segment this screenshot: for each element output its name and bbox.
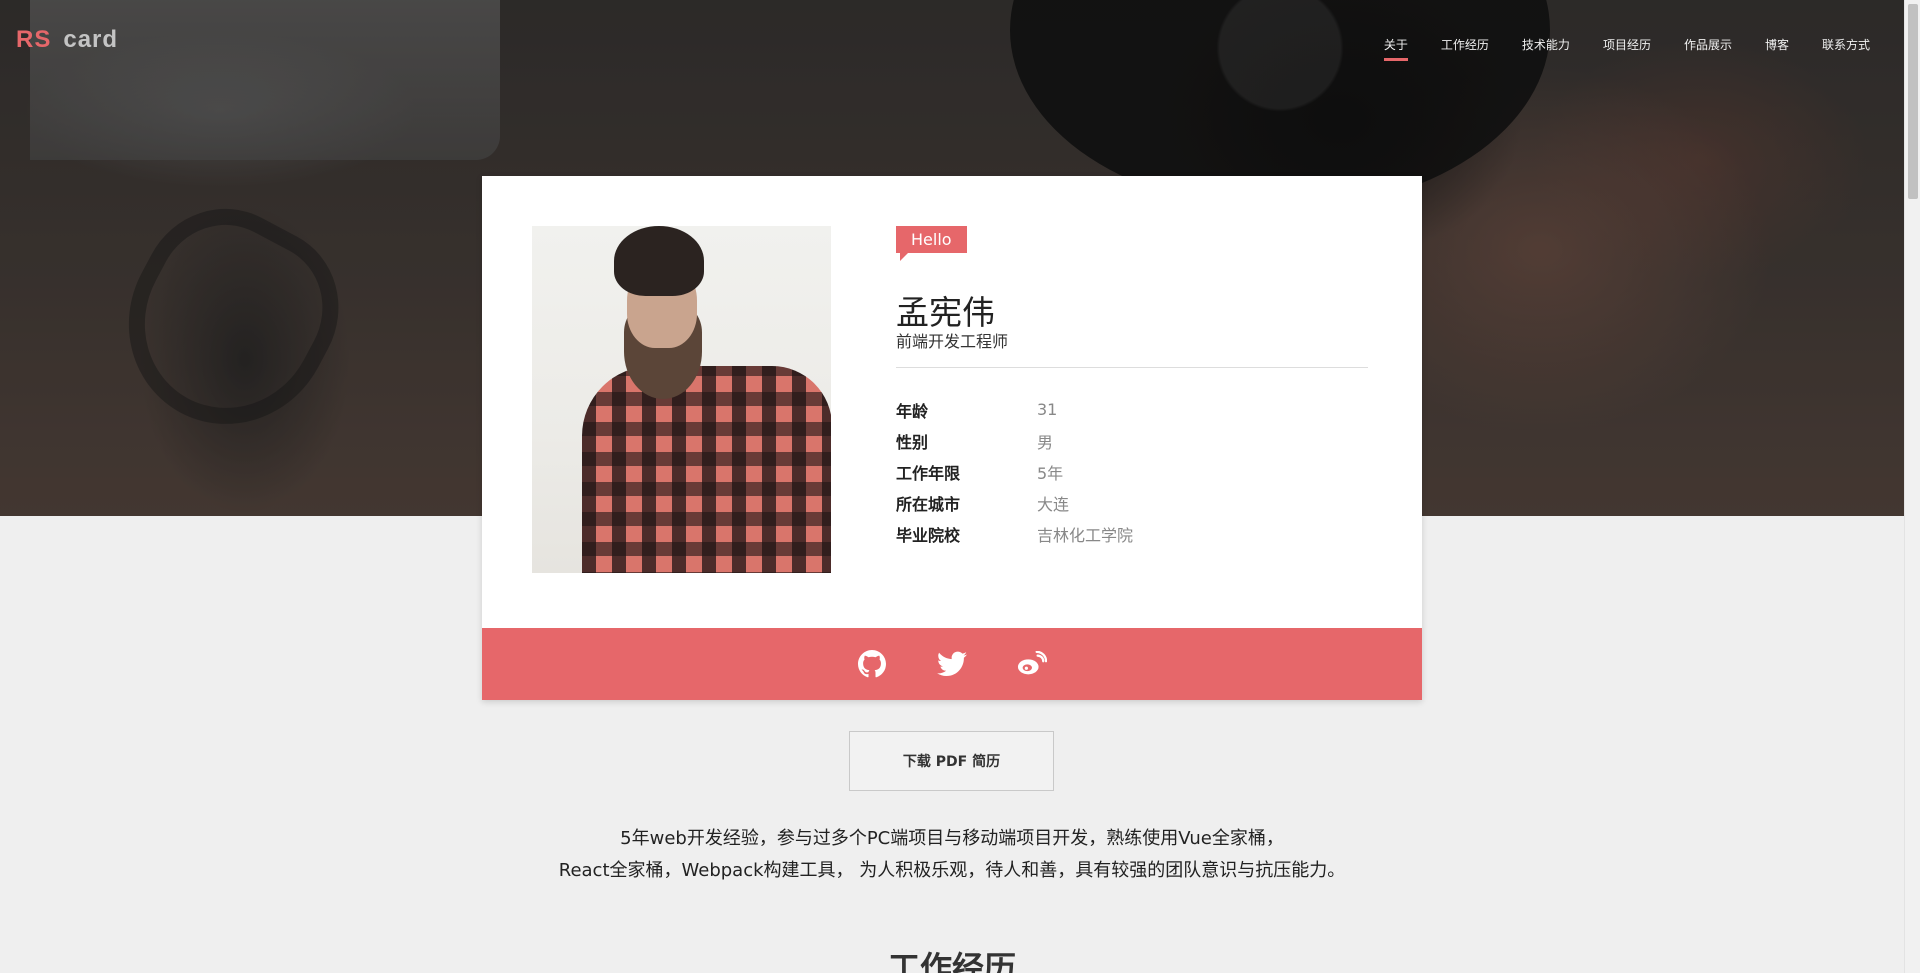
scrollbar-thumb[interactable] (1908, 4, 1918, 199)
summary-line-1: 5年web开发经验，参与过多个PC端项目与移动端项目开发，熟练使用Vue全家桶， (620, 828, 1284, 849)
divider (896, 367, 1368, 368)
info-value: 31 (1037, 400, 1058, 419)
profile-photo (532, 226, 831, 573)
download-pdf-button[interactable]: 下载 PDF 简历 (849, 731, 1054, 791)
nav-item-portfolio[interactable]: 作品展示 (1684, 36, 1732, 61)
logo-card: card (63, 26, 119, 53)
info-row-city: 所在城市 大连 (896, 487, 1368, 518)
github-icon[interactable] (857, 649, 887, 679)
profile-info-list: 年龄 31 性别 男 工作年限 5年 所在城市 大连 毕业院校 吉林化工学院 (896, 394, 1368, 549)
weibo-icon[interactable] (1017, 649, 1047, 679)
info-value: 男 (1037, 432, 1054, 452)
logo-rs: RS (16, 26, 52, 53)
info-key: 年龄 (896, 401, 929, 421)
nav-item-work-experience[interactable]: 工作经历 (1441, 36, 1489, 61)
info-row-age: 年龄 31 (896, 394, 1368, 425)
info-row-years: 工作年限 5年 (896, 456, 1368, 487)
info-key: 性别 (896, 432, 929, 452)
profile-summary: 5年web开发经验，参与过多个PC端项目与移动端项目开发，熟练使用Vue全家桶，… (482, 823, 1422, 887)
nav-item-contact[interactable]: 联系方式 (1822, 36, 1870, 61)
profile-name: 孟宪伟 (896, 293, 995, 332)
info-key: 毕业院校 (896, 525, 961, 545)
nav-item-about[interactable]: 关于 (1383, 36, 1408, 61)
social-bar (482, 628, 1422, 700)
info-key: 所在城市 (896, 494, 961, 514)
info-value: 大连 (1037, 494, 1070, 514)
info-value: 吉林化工学院 (1037, 525, 1134, 545)
hello-badge: Hello (896, 226, 967, 261)
summary-line-2: React全家桶，Webpack构建工具， 为人积极乐观，待人和善，具有较强的团… (558, 860, 1346, 881)
profile-role: 前端开发工程师 (896, 332, 1009, 351)
nav-item-blog[interactable]: 博客 (1765, 36, 1789, 61)
logo[interactable]: RS card (16, 26, 118, 54)
top-nav: 关于 工作经历 技术能力 项目经历 作品展示 博客 联系方式 (1383, 36, 1870, 61)
section-title-work-experience: 工作经历 (887, 949, 1016, 973)
info-row-gender: 性别 男 (896, 425, 1368, 456)
info-value: 5年 (1037, 463, 1064, 483)
nav-item-projects[interactable]: 项目经历 (1603, 36, 1651, 61)
twitter-icon[interactable] (937, 649, 967, 679)
info-row-school: 毕业院校 吉林化工学院 (896, 518, 1368, 549)
info-key: 工作年限 (896, 463, 961, 483)
profile-card: Hello 孟宪伟 前端开发工程师 年龄 31 性别 男 工作年限 5年 所在城… (482, 176, 1422, 700)
nav-item-skills[interactable]: 技术能力 (1522, 36, 1570, 61)
page-scrollbar[interactable] (1904, 0, 1920, 973)
